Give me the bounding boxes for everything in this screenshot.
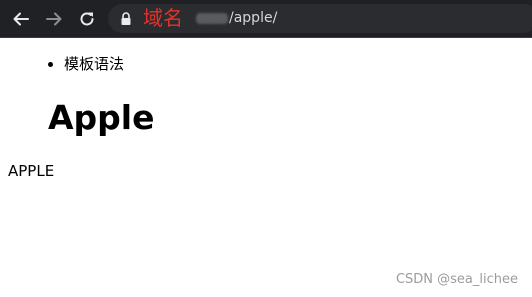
url-blur	[196, 13, 228, 24]
arrow-left-icon	[13, 12, 29, 26]
page-content: 模板语法 Apple APPLE CSDN @sea_lichee	[0, 38, 532, 297]
list-item: 模板语法	[64, 54, 124, 74]
lock-icon	[121, 12, 131, 25]
arrow-right-icon	[46, 12, 62, 26]
watermark: CSDN @sea_lichee	[395, 272, 518, 287]
reload-icon	[80, 12, 94, 26]
template-list: 模板语法	[45, 54, 124, 74]
domain-label: 域名	[143, 6, 183, 30]
browser-toolbar: 域名 /apple/	[0, 0, 532, 38]
url-path: /apple/	[229, 10, 278, 26]
page-heading: Apple	[48, 98, 155, 137]
reload-button[interactable]	[76, 8, 98, 30]
body-text: APPLE	[8, 162, 55, 180]
forward-button[interactable]	[43, 8, 65, 30]
back-button[interactable]	[10, 8, 32, 30]
address-bar[interactable]: 域名 /apple/	[108, 4, 532, 33]
